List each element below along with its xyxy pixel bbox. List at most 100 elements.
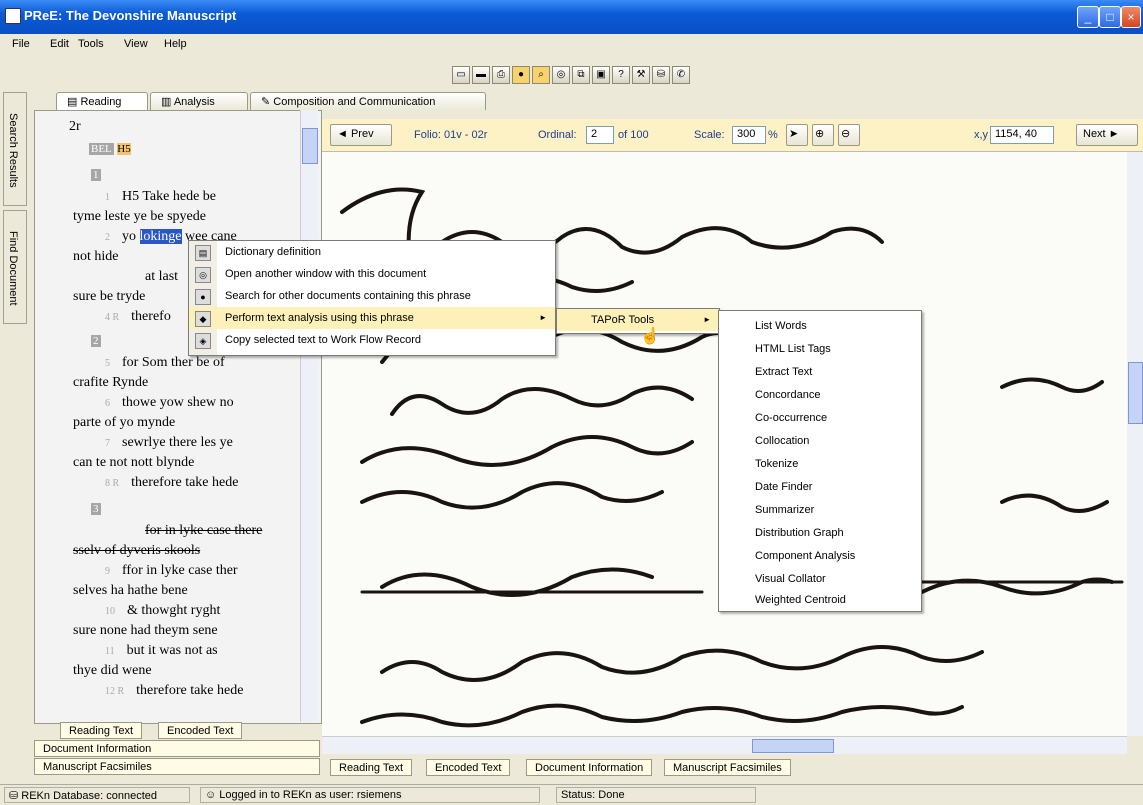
side-tab-search-results[interactable]: Search Results (3, 92, 27, 206)
text-line: yo (122, 229, 136, 244)
menu-bar: File Edit Tools View Help (0, 34, 1143, 56)
save-icon[interactable]: ▬ (472, 66, 490, 84)
text-line: sewrlye there les ye (122, 435, 233, 450)
text-line: therefore take hede (131, 475, 239, 490)
stanza-marker[interactable]: 1 (91, 169, 101, 181)
tools-icon[interactable]: ⚒ (632, 66, 650, 84)
stanza-marker[interactable]: 3 (91, 503, 101, 515)
facsimile-toolbar: ◄ Prev Folio: 01v - 02r Ordinal: 2 of 10… (322, 119, 1143, 152)
side-tab-find-document[interactable]: Find Document (3, 210, 27, 324)
binoculars-icon[interactable]: ● (512, 66, 530, 84)
zoom-out-icon[interactable]: ⊖ (838, 124, 860, 146)
text-line: not hide (73, 249, 119, 264)
text-line: but it was not as (126, 643, 218, 658)
menu-item-list-words[interactable]: List Words (719, 315, 921, 337)
prev-button[interactable]: ◄ Prev (330, 124, 392, 146)
tapor-submenu: TAPoR Tools ► (556, 308, 720, 334)
zoom-in-icon[interactable]: ⊕ (812, 124, 834, 146)
open-icon[interactable]: ▭ (452, 66, 470, 84)
db-status: ⛁ REKn Database: connected (4, 787, 190, 803)
print-icon[interactable]: ⎙ (492, 66, 510, 84)
reading-scrollbar[interactable] (300, 110, 318, 722)
menu-item-extract-text[interactable]: Extract Text (719, 361, 921, 383)
compare-icon[interactable]: ⧉ (572, 66, 590, 84)
tab-reading-text-right[interactable]: Reading Text (330, 759, 413, 776)
facsimile-vscrollbar[interactable] (1127, 152, 1143, 736)
text-line: ffor in lyke case ther (122, 563, 238, 578)
menu-item-copy-workflow[interactable]: ◈ Copy selected text to Work Flow Record (189, 329, 555, 351)
tab-encoded-text-right[interactable]: Encoded Text (426, 759, 511, 776)
menu-item-collocation[interactable]: Collocation (719, 430, 921, 452)
submenu-arrow-icon: ► (539, 313, 547, 322)
facsimile-hscrollbar[interactable] (322, 736, 1127, 754)
window-icon[interactable]: ▣ (592, 66, 610, 84)
text-line: sure none had theym sene (73, 623, 218, 638)
ordinal-input[interactable]: 2 (586, 126, 614, 144)
scroll-thumb[interactable] (302, 128, 318, 164)
menu-item-tapor-tools[interactable]: TAPoR Tools ► (557, 309, 719, 331)
text-line: & thowght ryght (127, 603, 221, 618)
menu-item-search-phrase[interactable]: ● Search for other documents containing t… (189, 285, 555, 307)
tag-h5[interactable]: H5 (117, 143, 131, 155)
menu-item-weighted-centroid[interactable]: Weighted Centroid (719, 591, 921, 609)
tab-reading[interactable]: ▤ Reading (56, 92, 148, 110)
xy-input[interactable]: 1154, 40 (990, 126, 1054, 144)
tab-composition[interactable]: ✎ Composition and Communication (250, 92, 486, 110)
database-icon[interactable]: ⛁ (652, 66, 670, 84)
globe-icon[interactable]: ◎ (552, 66, 570, 84)
tab-reading-text-left[interactable]: Reading Text (60, 722, 143, 739)
tab-analysis[interactable]: ▥ Analysis (150, 92, 248, 110)
menu-tools[interactable]: Tools (78, 38, 104, 50)
menu-view[interactable]: View (124, 38, 148, 50)
tag-bel[interactable]: BEL (89, 143, 114, 155)
menu-item-component-analysis[interactable]: Component Analysis (719, 545, 921, 567)
login-status: ☺ Logged in to REKn as user: rsiemens (200, 787, 540, 803)
dictionary-icon: ▤ (195, 245, 211, 261)
selected-word[interactable]: lokinge (139, 229, 182, 244)
reading-panel: 2r BEL H5 1 1 H5 Take hede be tyme leste … (34, 110, 322, 724)
help-doc-icon[interactable]: ? (612, 66, 630, 84)
user-icon: ☺ (205, 789, 220, 801)
stanza-marker[interactable]: 2 (91, 335, 101, 347)
app-icon (5, 8, 21, 24)
tab-manuscript-facsimiles-right[interactable]: Manuscript Facsimiles (664, 759, 791, 776)
menu-item-html-list-tags[interactable]: HTML List Tags (719, 338, 921, 360)
menu-item-open-window[interactable]: ◎ Open another window with this document (189, 263, 555, 285)
scroll-thumb[interactable] (1128, 362, 1143, 424)
tab-document-info-left[interactable]: Document Information (34, 740, 320, 757)
menu-edit[interactable]: Edit (50, 38, 69, 50)
folio-label: 2r (69, 119, 81, 134)
close-button[interactable]: × (1121, 6, 1141, 28)
next-button[interactable]: Next ► (1076, 124, 1138, 146)
scroll-thumb[interactable] (752, 739, 834, 753)
tab-document-info-right[interactable]: Document Information (526, 759, 653, 776)
submenu-arrow-icon: ► (703, 315, 711, 324)
tab-manuscript-facsimiles-left[interactable]: Manuscript Facsimiles (34, 758, 320, 775)
text-line: sselv of dyveris skools (73, 543, 201, 558)
zoom-icon[interactable]: ⌕ (532, 66, 550, 84)
menu-item-concordance[interactable]: Concordance (719, 384, 921, 406)
menu-item-text-analysis[interactable]: ◆ Perform text analysis using this phrase… (189, 307, 555, 329)
minimize-button[interactable]: _ (1077, 6, 1099, 28)
menu-item-distribution-graph[interactable]: Distribution Graph (719, 522, 921, 544)
menu-item-dictionary[interactable]: ▤ Dictionary definition (189, 241, 555, 263)
text-line: therefore take hede (136, 683, 244, 698)
text-line: thowe yow shew no (122, 395, 234, 410)
menu-help[interactable]: Help (164, 38, 187, 50)
tab-encoded-text-left[interactable]: Encoded Text (158, 722, 243, 739)
menu-item-tokenize[interactable]: Tokenize (719, 453, 921, 475)
menu-item-visual-collator[interactable]: Visual Collator (719, 568, 921, 590)
maximize-button[interactable]: □ (1099, 6, 1121, 28)
menu-item-co-occurrence[interactable]: Co-occurrence (719, 407, 921, 429)
scale-input[interactable]: 300 (732, 126, 766, 144)
menu-item-date-finder[interactable]: Date Finder (719, 476, 921, 498)
pointer-icon[interactable]: ➤ (786, 124, 808, 146)
menu-file[interactable]: File (12, 38, 30, 50)
binoculars-icon: ● (195, 289, 211, 305)
help-icon[interactable]: ✆ (672, 66, 690, 84)
text-line: can te not nott blynde (73, 455, 195, 470)
arrow-left-icon: ◄ (337, 128, 351, 140)
text-line: thye did wene (73, 663, 152, 678)
ordinal-total: of 100 (618, 129, 649, 141)
menu-item-summarizer[interactable]: Summarizer (719, 499, 921, 521)
